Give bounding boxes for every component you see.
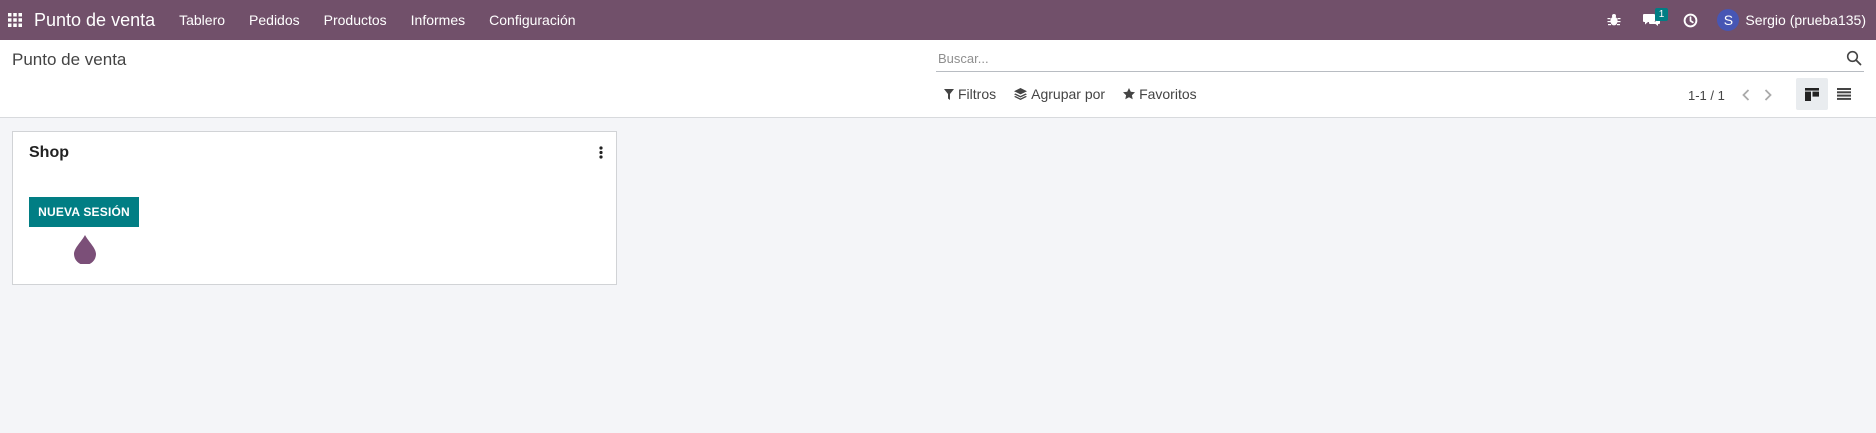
user-name: Sergio (prueba135): [1745, 12, 1866, 28]
card-title: Shop: [29, 144, 69, 161]
view-switcher: [1796, 78, 1860, 110]
group-by-label: Agrupar por: [1031, 86, 1106, 102]
messages-badge: 1: [1654, 8, 1669, 21]
filter-icon: [944, 88, 954, 100]
list-view-icon[interactable]: [1828, 78, 1860, 110]
menu-item-informes[interactable]: Informes: [399, 0, 477, 40]
menu-item-productos[interactable]: Productos: [312, 0, 399, 40]
pos-config-card: Shop NUEVA SESIÓN: [12, 131, 617, 285]
filters-label: Filtros: [958, 86, 997, 102]
pager-value[interactable]: 1-1 / 1: [1688, 88, 1725, 103]
chevron-left-icon[interactable]: [1735, 86, 1757, 104]
chat-icon[interactable]: 1: [1633, 0, 1671, 40]
group-by-button[interactable]: Agrupar por: [1014, 86, 1105, 102]
bug-icon[interactable]: [1595, 0, 1633, 40]
navbar-systray: 1 S Sergio (prueba135): [1595, 0, 1876, 40]
avatar: S: [1717, 9, 1740, 31]
filters-button[interactable]: Filtros: [944, 86, 996, 102]
menu-item-configuracion[interactable]: Configuración: [477, 0, 587, 40]
control-panel: Punto de venta Filtros Agrupar por Favor…: [0, 40, 1876, 118]
search-input[interactable]: [936, 46, 1864, 71]
layers-icon: [1014, 88, 1028, 100]
top-navbar: Punto de venta Tablero Pedidos Productos…: [0, 0, 1876, 40]
kebab-menu-icon[interactable]: [596, 144, 606, 160]
favorites-label: Favoritos: [1139, 86, 1197, 102]
kanban-view-icon[interactable]: [1796, 78, 1828, 110]
menu-item-pedidos[interactable]: Pedidos: [237, 0, 312, 40]
pager: 1-1 / 1: [1688, 86, 1779, 104]
star-icon: [1123, 88, 1136, 100]
search-bar: [936, 46, 1864, 72]
new-session-button[interactable]: NUEVA SESIÓN: [29, 197, 139, 227]
click-marker-icon: [74, 235, 96, 264]
page-title: Punto de venta: [12, 50, 127, 69]
clock-icon[interactable]: [1671, 0, 1709, 40]
search-icon[interactable]: [1846, 50, 1862, 66]
app-name[interactable]: Punto de venta: [34, 10, 155, 31]
chevron-right-icon[interactable]: [1757, 86, 1779, 104]
search-panel-options: Filtros Agrupar por Favoritos: [944, 86, 1215, 102]
apps-grid-icon[interactable]: [0, 0, 30, 40]
favorites-button[interactable]: Favoritos: [1123, 86, 1197, 102]
menu-item-tablero[interactable]: Tablero: [167, 0, 237, 40]
user-menu[interactable]: S Sergio (prueba135): [1709, 0, 1876, 40]
